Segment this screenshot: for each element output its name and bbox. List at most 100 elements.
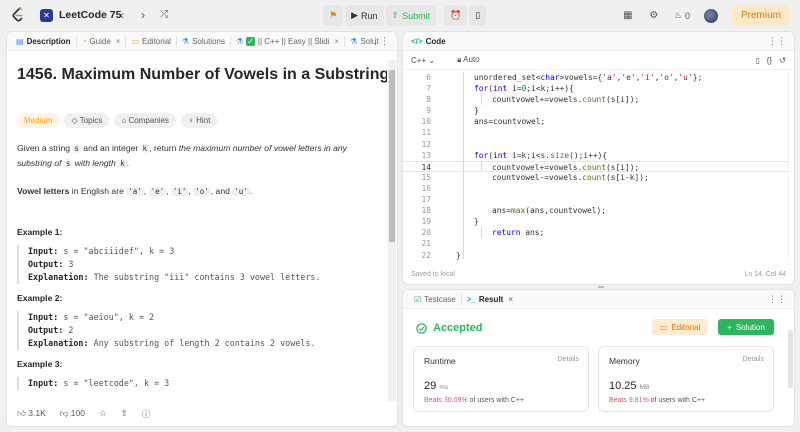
close-icon[interactable]: ×	[335, 37, 340, 46]
top-bar: ✕ LeetCode 75 ‹ › ⤮ ⚑ ▶ Run ⇪ Submit ⏰ ▯…	[0, 0, 800, 30]
result-scrollbar[interactable]	[788, 330, 793, 388]
line-number: 20	[421, 228, 431, 237]
editor-toolbar: C++ ⌄ 🔒︎ Auto ▯ {} ↺	[403, 51, 794, 70]
study-plan-icon[interactable]: ✕	[40, 9, 53, 22]
tag-icon: ◇	[71, 116, 80, 125]
code-line: ans=countvowel;	[474, 117, 546, 126]
topics-label: Topics	[79, 116, 103, 125]
top-right-group: ▦ ⚙ ♨ 0 Premium	[622, 5, 790, 26]
layout-icon[interactable]: ▦	[622, 10, 634, 22]
code-line: ans=max(ans,countvowel);	[492, 206, 607, 215]
collapse-panel-icon[interactable]: ⋮⋮	[371, 36, 389, 47]
editorial-icon: ▭	[131, 36, 140, 46]
dislike-count: 100	[70, 408, 85, 418]
note-icon: ▯	[475, 10, 481, 20]
indent-guide	[481, 227, 482, 238]
example-block: Input: s = "aeiou", k = 2 Output: 2 Expl…	[17, 311, 377, 350]
panel-resize-handle[interactable]	[598, 286, 604, 288]
bookmark-icon[interactable]: ▯	[756, 56, 760, 65]
tab-result[interactable]: >_ Result ×	[462, 294, 518, 305]
tab-description[interactable]: ▤ Description	[11, 35, 77, 47]
close-icon[interactable]: ×	[508, 295, 513, 304]
document-icon: ▤	[16, 36, 24, 46]
language-select[interactable]: C++ ⌄	[411, 56, 435, 65]
alarm-icon: ⏰	[450, 10, 462, 20]
terminal-icon: >_	[466, 294, 476, 304]
runtime-card[interactable]: Runtime Details 29 ms Beats 30.09% of us…	[413, 346, 589, 412]
code-scrollbar[interactable]	[788, 72, 794, 262]
streak-count: 0	[684, 10, 690, 21]
streak-counter[interactable]: ♨ 0	[674, 10, 690, 21]
star-icon[interactable]: ☆	[99, 408, 107, 419]
study-plan-title[interactable]: LeetCode 75	[59, 9, 121, 21]
leetcode-logo-icon[interactable]	[11, 7, 25, 23]
status-label: Accepted	[433, 322, 483, 334]
notes-button[interactable]: ▯	[469, 5, 487, 26]
premium-button[interactable]: Premium	[731, 5, 790, 26]
tab-code[interactable]: </> Code	[411, 36, 446, 47]
code-line: }	[456, 251, 461, 260]
lightbulb-icon: ♀	[187, 116, 197, 125]
line-number: 21	[421, 239, 431, 248]
tab-label: Code	[425, 36, 446, 46]
code-editor[interactable]: 6 unordered_set<char>vowels={'a','e','i',…	[403, 72, 789, 262]
guide-icon: ◔	[81, 36, 87, 46]
line-number: 12	[421, 140, 431, 149]
flask-icon: ⚗	[236, 36, 244, 46]
next-problem-button[interactable]: ›	[141, 8, 145, 22]
line-number: 19	[421, 217, 431, 226]
tab-solution-post[interactable]: ⚗ ✓ || C++ || Easy || Slidi ×	[231, 35, 346, 47]
shuffle-icon[interactable]: ⤮	[160, 9, 168, 20]
reset-icon[interactable]: ↺	[779, 56, 786, 65]
details-link[interactable]: Details	[743, 356, 764, 363]
solution-button[interactable]: + Solution	[718, 319, 774, 335]
share-icon[interactable]: ⇧	[121, 408, 128, 419]
gear-icon[interactable]: ⚙	[648, 10, 660, 22]
code-line: for(int i=0;i<k;i++){	[474, 84, 574, 93]
like-button[interactable]: 👍︎ 3.1K	[17, 408, 46, 419]
auto-mode[interactable]: 🔒︎ Auto	[457, 55, 480, 65]
upload-icon: ⇪	[391, 10, 400, 20]
avatar[interactable]	[703, 8, 718, 23]
code-line: }	[474, 106, 479, 115]
dislike-button[interactable]: 👎︎ 100	[60, 408, 85, 419]
tab-label: Testcase	[424, 294, 456, 304]
thumbs-down-icon: 👎︎	[59, 408, 71, 418]
timer-button[interactable]: ⏰	[444, 5, 468, 26]
indent-guide	[481, 94, 482, 105]
tab-editorial[interactable]: ▭ Editorial	[126, 35, 177, 47]
run-submit-group: ⚑ ▶ Run ⇪ Submit ⏰ ▯	[323, 5, 487, 26]
tab-solutions[interactable]: ⚗ Solutions	[177, 35, 232, 47]
book-icon: ▭	[659, 322, 668, 332]
tab-testcase[interactable]: ☑ Testcase	[409, 293, 462, 305]
line-number: 7	[426, 84, 431, 93]
debug-button[interactable]: ⚑	[323, 5, 344, 26]
example-heading: Example 3:	[17, 359, 63, 369]
braces-icon[interactable]: {}	[767, 56, 772, 65]
submit-button[interactable]: ⇪ Submit	[385, 5, 437, 26]
topics-chip[interactable]: ◇ Topics	[64, 113, 110, 128]
memory-card[interactable]: Memory Details 10.25 MB Beats 9.81% of u…	[598, 346, 774, 412]
check-circle-icon	[416, 322, 427, 334]
expand-panel-icon[interactable]: ⋮⋮	[768, 36, 786, 47]
editorial-button[interactable]: ▭ Editorial	[652, 319, 708, 335]
fire-icon: ♨	[673, 10, 682, 20]
scroll-thumb[interactable]	[389, 70, 395, 242]
runtime-beats: Beats 30.09% of users with C++	[424, 397, 525, 404]
vertical-scrollbar[interactable]	[388, 60, 396, 422]
problem-title: 1456. Maximum Number of Vowels in a Subs…	[17, 66, 387, 83]
close-icon[interactable]: ×	[116, 37, 121, 46]
line-number: 9	[426, 106, 431, 115]
example-block: Input: s = "leetcode", k = 3	[17, 377, 377, 390]
expand-panel-icon[interactable]: ⋮⋮	[768, 294, 786, 305]
hint-chip[interactable]: ♀ Hint	[180, 113, 218, 128]
run-button[interactable]: ▶ Run	[345, 5, 384, 26]
thumbs-up-icon: 👍︎	[17, 408, 29, 418]
prev-problem-button[interactable]: ‹	[120, 8, 124, 22]
submit-label: Submit	[402, 10, 431, 21]
details-link[interactable]: Details	[558, 356, 579, 363]
feedback-icon[interactable]: ⓘ	[142, 408, 151, 420]
tab-guide[interactable]: ◔ Guide ×	[77, 35, 127, 47]
companies-chip[interactable]: ⌂ Companies	[114, 113, 176, 128]
problem-tags: Medium ◇ Topics ⌂ Companies ♀ Hint	[17, 113, 377, 128]
